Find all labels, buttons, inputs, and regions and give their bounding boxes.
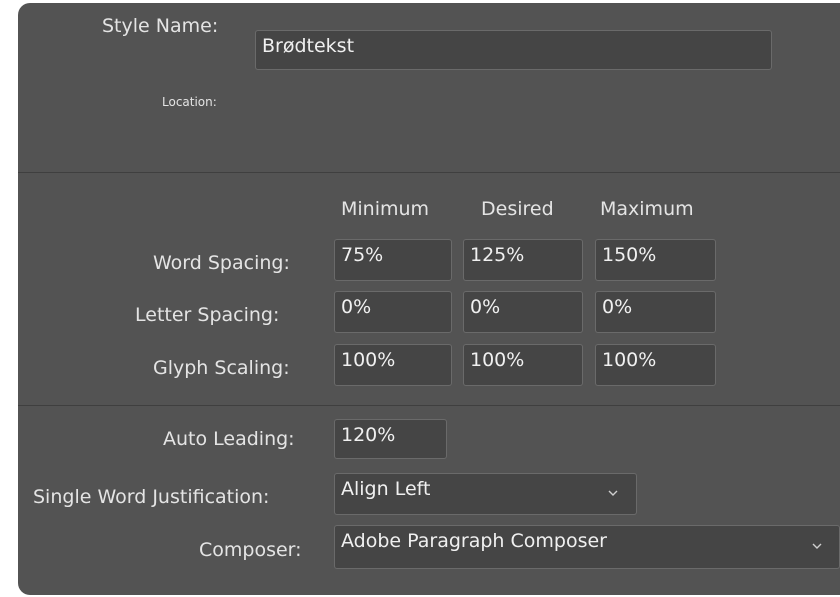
word-spacing-desired-field[interactable]: 125% [463, 239, 583, 281]
glyph-scaling-desired-field[interactable]: 100% [463, 344, 583, 386]
word-spacing-minimum-field[interactable]: 75% [334, 239, 452, 281]
column-header-maximum: Maximum [600, 198, 694, 220]
section-divider [18, 172, 840, 173]
letter-spacing-label: Letter Spacing: [135, 304, 280, 326]
style-name-field[interactable]: Brødtekst [255, 30, 772, 70]
glyph-scaling-minimum-field[interactable]: 100% [334, 344, 452, 386]
single-word-justification-label: Single Word Justification: [33, 486, 270, 508]
letter-spacing-minimum-field[interactable]: 0% [334, 291, 452, 333]
column-header-desired: Desired [481, 198, 554, 220]
letter-spacing-maximum-field[interactable]: 0% [595, 291, 716, 333]
location-label: Location: [162, 95, 217, 109]
single-word-justification-dropdown[interactable]: Align Left [334, 473, 637, 515]
section-divider-2 [18, 405, 840, 406]
column-header-minimum: Minimum [341, 198, 430, 220]
glyph-scaling-maximum-field[interactable]: 100% [595, 344, 716, 386]
justification-dialog-panel: Style Name: Brødtekst Location: Minimum … [18, 3, 840, 595]
composer-value: Adobe Paragraph Composer [341, 530, 607, 552]
chevron-down-icon [608, 490, 618, 496]
single-word-justification-value: Align Left [341, 478, 431, 500]
glyph-scaling-label: Glyph Scaling: [153, 357, 290, 379]
composer-label: Composer: [199, 539, 302, 561]
auto-leading-field[interactable]: 120% [334, 419, 447, 459]
word-spacing-label: Word Spacing: [153, 252, 290, 274]
letter-spacing-desired-field[interactable]: 0% [463, 291, 583, 333]
auto-leading-label: Auto Leading: [163, 428, 295, 450]
word-spacing-maximum-field[interactable]: 150% [595, 239, 716, 281]
chevron-down-icon [812, 543, 822, 549]
style-name-label: Style Name: [102, 15, 219, 37]
composer-dropdown[interactable]: Adobe Paragraph Composer [334, 525, 840, 569]
